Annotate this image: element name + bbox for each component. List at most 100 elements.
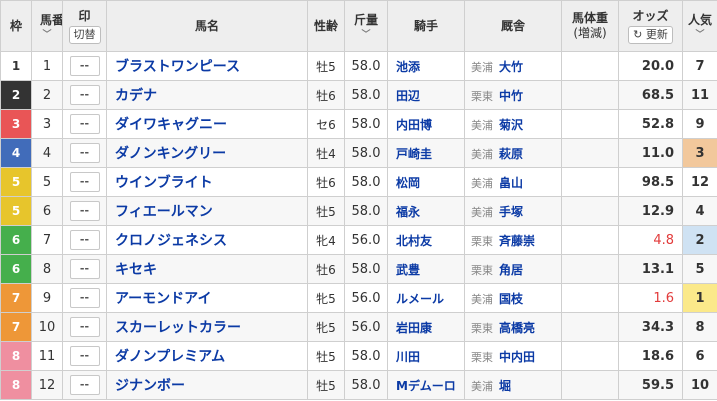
mark-select[interactable]: -- [69, 375, 100, 395]
odds-cell: 12.9 [618, 196, 683, 226]
mark-select[interactable]: -- [69, 230, 100, 250]
jockey-link[interactable]: 松岡 [387, 167, 465, 197]
mark-select[interactable]: -- [69, 259, 100, 279]
header-umaban[interactable]: 馬番 ﹀ [31, 0, 63, 52]
chevron-down-icon[interactable]: ﹀ [33, 30, 62, 40]
trainer-link[interactable]: 斉藤崇 [499, 234, 535, 248]
trainer-link[interactable]: 角居 [499, 263, 523, 277]
mark-cell[interactable]: -- [62, 167, 107, 197]
mark-cell[interactable]: -- [62, 370, 107, 400]
trainer-link[interactable]: 畠山 [499, 176, 523, 190]
horse-name-link[interactable]: ブラストワンピース [106, 51, 308, 81]
trainer-link[interactable]: 萩原 [499, 147, 523, 161]
mark-cell[interactable]: -- [62, 283, 107, 313]
umaban-cell: 9 [31, 283, 63, 313]
trainer-cell: 栗東 斉藤崇 [464, 225, 562, 255]
horse-name-link[interactable]: クロノジェネシス [106, 225, 308, 255]
sexage-cell: 牡5 [307, 51, 345, 81]
table-row: 8 12 -- ジナンボー 牡5 58.0 Mデムーロ 美浦堀 59.5 10 [0, 370, 717, 400]
popularity-cell: 8 [682, 312, 717, 342]
trainer-cell: 美浦堀 [464, 370, 562, 400]
trainer-link[interactable]: 大竹 [499, 60, 523, 74]
odds-cell: 52.8 [618, 109, 683, 139]
weight-cell: 58.0 [344, 109, 388, 139]
horse-name-link[interactable]: アーモンドアイ [106, 283, 308, 313]
mark-select[interactable]: -- [69, 143, 100, 163]
mark-cell[interactable]: -- [62, 254, 107, 284]
mark-cell[interactable]: -- [62, 138, 107, 168]
mark-cell[interactable]: -- [62, 225, 107, 255]
header-waku: 枠 [0, 0, 32, 52]
body-weight-cell [561, 167, 619, 197]
chevron-down-icon[interactable]: ﹀ [684, 30, 717, 40]
mark-toggle-button[interactable]: 切替 [68, 25, 101, 44]
mark-select[interactable]: -- [69, 201, 100, 221]
trainer-link[interactable]: 菊沢 [499, 118, 523, 132]
trainer-link[interactable]: 手塚 [499, 205, 523, 219]
mark-select[interactable]: -- [69, 56, 100, 76]
table-row: 4 4 -- ダノンキングリー 牡4 58.0 戸崎圭 美浦 萩原 11.0 3 [0, 138, 717, 168]
trainer-link[interactable]: 堀 [499, 379, 511, 393]
mark-cell[interactable]: -- [62, 341, 107, 371]
mark-select[interactable]: -- [69, 317, 100, 337]
jockey-link[interactable]: 田辺 [387, 80, 465, 110]
trainer-link[interactable]: 国枝 [499, 292, 523, 306]
horse-name-link[interactable]: ダイワキャグニー [106, 109, 308, 139]
refresh-button[interactable]: ↻ 更新 [628, 25, 673, 44]
horse-name-link[interactable]: ダノンキングリー [106, 138, 308, 168]
trainer-link[interactable]: 中内田 [499, 350, 535, 364]
jockey-link[interactable]: 北村友 [387, 225, 465, 255]
header-jockey: 騎手 [387, 0, 465, 52]
mark-cell[interactable]: -- [62, 196, 107, 226]
header-horse: 馬名 [106, 0, 308, 52]
mark-cell[interactable]: -- [62, 51, 107, 81]
umaban-cell: 4 [31, 138, 63, 168]
horse-name-link[interactable]: ダノンプレミアム [106, 341, 308, 371]
jockey-link[interactable]: 内田博 [387, 109, 465, 139]
body-weight-cell [561, 283, 619, 313]
header-trainer: 厩舎 [464, 0, 562, 52]
table-row: 8 11 -- ダノンプレミアム 牡5 58.0 川田 栗東 中内田 18.6 6 [0, 341, 717, 371]
mark-select[interactable]: -- [69, 114, 100, 134]
trainer-link[interactable]: 高橋亮 [499, 321, 535, 335]
jockey-link[interactable]: 池添 [387, 51, 465, 81]
weight-cell: 58.0 [344, 80, 388, 110]
odds-cell: 34.3 [618, 312, 683, 342]
jockey-link[interactable]: 福永 [387, 196, 465, 226]
horse-name-link[interactable]: キセキ [106, 254, 308, 284]
jockey-link[interactable]: ルメール [387, 283, 465, 313]
mark-select[interactable]: -- [69, 288, 100, 308]
header-mark: 印 切替 [62, 0, 107, 52]
jockey-link[interactable]: 川田 [387, 341, 465, 371]
horse-name-link[interactable]: フィエールマン [106, 196, 308, 226]
mark-cell[interactable]: -- [62, 80, 107, 110]
horse-name-link[interactable]: スカーレットカラー [106, 312, 308, 342]
jockey-link[interactable]: 武豊 [387, 254, 465, 284]
body-weight-cell [561, 341, 619, 371]
popularity-cell: 10 [682, 370, 717, 400]
umaban-cell: 12 [31, 370, 63, 400]
jockey-link[interactable]: Mデムーロ [387, 370, 465, 400]
popularity-cell: 9 [682, 109, 717, 139]
mark-select[interactable]: -- [69, 172, 100, 192]
weight-cell: 58.0 [344, 51, 388, 81]
horse-name-link[interactable]: カデナ [106, 80, 308, 110]
header-weight[interactable]: 斤量 ﹀ [344, 0, 388, 52]
horse-name-link[interactable]: ジナンボー [106, 370, 308, 400]
mark-select[interactable]: -- [69, 85, 100, 105]
mark-cell[interactable]: -- [62, 109, 107, 139]
header-popularity[interactable]: 人気 ﹀ [682, 0, 717, 52]
jockey-link[interactable]: 岩田康 [387, 312, 465, 342]
chevron-down-icon[interactable]: ﹀ [346, 30, 387, 40]
umaban-cell: 1 [31, 51, 63, 81]
mark-cell[interactable]: -- [62, 312, 107, 342]
popularity-cell: 4 [682, 196, 717, 226]
waku-cell: 6 [0, 254, 32, 284]
popularity-cell: 12 [682, 167, 717, 197]
mark-select[interactable]: -- [69, 346, 100, 366]
trainer-link[interactable]: 中竹 [499, 89, 523, 103]
sexage-cell: 牡5 [307, 370, 345, 400]
weight-cell: 58.0 [344, 341, 388, 371]
horse-name-link[interactable]: ウインブライト [106, 167, 308, 197]
jockey-link[interactable]: 戸崎圭 [387, 138, 465, 168]
